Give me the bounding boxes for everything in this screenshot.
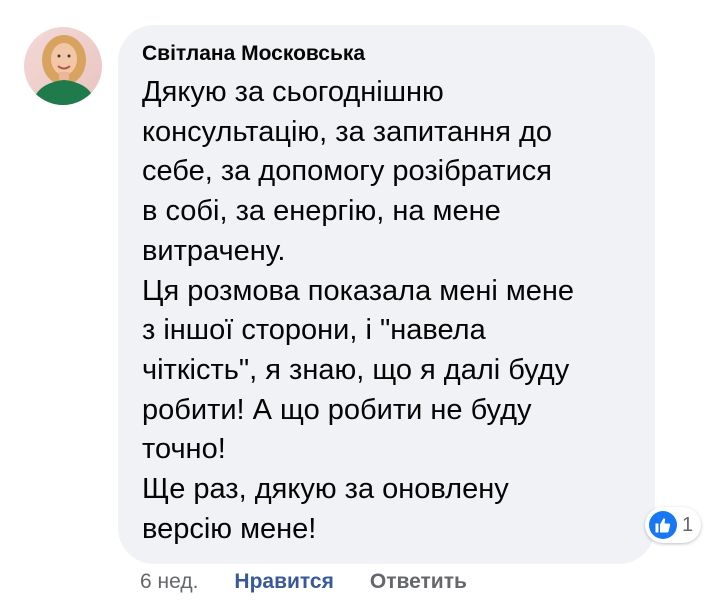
reaction-summary[interactable]: 1 [645,507,702,543]
comment-timestamp[interactable]: 6 нед. [140,570,198,594]
reply-button[interactable]: Ответить [370,570,467,594]
comment-author[interactable]: Світлана Московська [142,39,635,69]
reaction-count: 1 [682,513,694,536]
comment-bubble: Світлана Московська Дякую за сьогоднішню… [118,25,655,564]
comment-actions: 6 нед. Нравится Ответить [140,566,503,598]
avatar[interactable] [24,27,102,105]
profile-photo [24,27,102,105]
thumbs-up-icon [649,511,677,539]
comment-text: Дякую за сьогоднішню консультацію, за за… [142,76,575,545]
like-button[interactable]: Нравится [234,570,333,594]
